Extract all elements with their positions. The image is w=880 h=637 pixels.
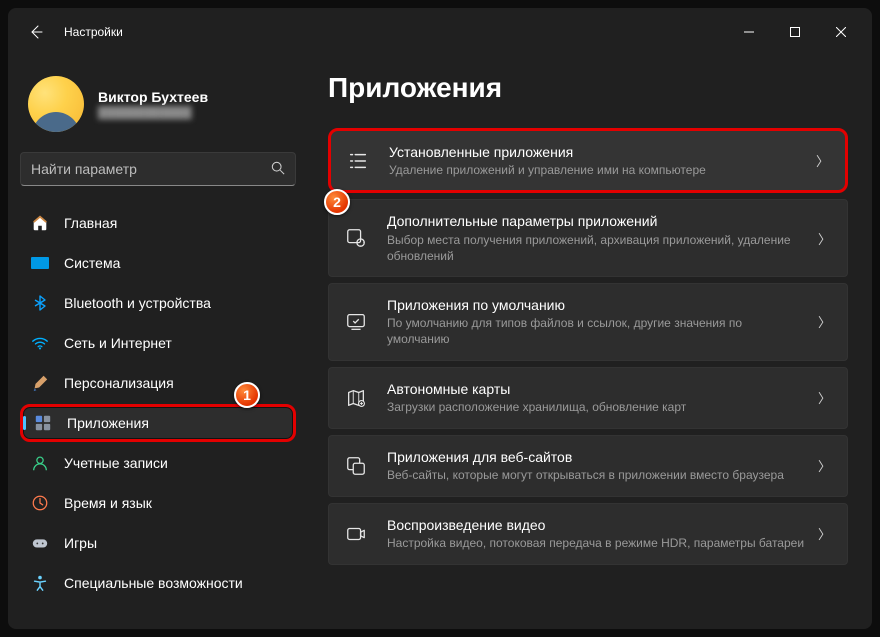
card-title: Автономные карты xyxy=(387,380,806,398)
card-subtitle: Загрузки расположение хранилища, обновле… xyxy=(387,399,806,415)
card-text: Приложения по умолчанию По умолчанию для… xyxy=(387,296,806,348)
card-text: Приложения для веб-сайтов Веб-сайты, кот… xyxy=(387,448,806,483)
nav-label: Специальные возможности xyxy=(64,575,243,591)
main-panel: Приложения Установленные приложения Удал… xyxy=(308,56,872,629)
settings-window: Настройки Виктор Бухтеев ████████████ xyxy=(8,8,872,629)
card-installed-apps[interactable]: Установленные приложения Удаление прилож… xyxy=(328,128,848,193)
map-icon xyxy=(343,385,369,411)
maximize-button[interactable] xyxy=(772,16,818,48)
annotation-badge-1: 1 xyxy=(234,382,260,408)
user-block[interactable]: Виктор Бухтеев ████████████ xyxy=(20,64,296,152)
card-advanced-app-settings[interactable]: Дополнительные параметры приложений Выбо… xyxy=(328,199,848,277)
close-button[interactable] xyxy=(818,16,864,48)
back-button[interactable] xyxy=(16,12,56,52)
chevron-right-icon: 〉 xyxy=(818,388,831,407)
nav-label: Учетные записи xyxy=(64,455,168,471)
nav-item-system[interactable]: Система xyxy=(20,244,296,282)
nav-item-gaming[interactable]: Игры xyxy=(20,524,296,562)
nav-item-apps[interactable]: Приложения xyxy=(20,404,296,442)
nav-label: Bluetooth и устройства xyxy=(64,295,211,311)
apps-icon xyxy=(33,413,53,433)
bluetooth-icon xyxy=(30,293,50,313)
card-default-apps[interactable]: Приложения по умолчанию По умолчанию для… xyxy=(328,283,848,361)
chevron-right-icon: 〉 xyxy=(818,456,831,475)
card-title: Дополнительные параметры приложений xyxy=(387,212,806,230)
titlebar: Настройки xyxy=(8,8,872,56)
home-icon xyxy=(30,213,50,233)
card-apps-for-websites[interactable]: Приложения для веб-сайтов Веб-сайты, кот… xyxy=(328,435,848,497)
chevron-right-icon: 〉 xyxy=(816,151,829,170)
user-email: ████████████ xyxy=(98,107,208,119)
window-title: Настройки xyxy=(64,25,123,39)
nav-item-accessibility[interactable]: Специальные возможности xyxy=(20,564,296,602)
card-title: Установленные приложения xyxy=(389,143,804,161)
default-apps-icon xyxy=(343,309,369,335)
chevron-right-icon: 〉 xyxy=(818,229,831,248)
maximize-icon xyxy=(790,27,800,37)
nav-item-home[interactable]: Главная xyxy=(20,204,296,242)
card-offline-maps[interactable]: Автономные карты Загрузки расположение х… xyxy=(328,367,848,429)
card-text: Установленные приложения Удаление прилож… xyxy=(389,143,804,178)
nav-label: Игры xyxy=(64,535,97,551)
avatar xyxy=(28,76,84,132)
card-subtitle: Настройка видео, потоковая передача в ре… xyxy=(387,535,806,551)
wifi-icon xyxy=(30,333,50,353)
gaming-icon xyxy=(30,533,50,553)
nav-label: Приложения xyxy=(67,415,149,431)
search-input[interactable] xyxy=(31,161,271,177)
accounts-icon xyxy=(30,453,50,473)
video-icon xyxy=(343,521,369,547)
card-title: Приложения по умолчанию xyxy=(387,296,806,314)
minimize-icon xyxy=(744,27,754,37)
search-box[interactable] xyxy=(20,152,296,186)
close-icon xyxy=(836,27,846,37)
user-text: Виктор Бухтеев ████████████ xyxy=(84,89,208,119)
settings-cards: Установленные приложения Удаление прилож… xyxy=(328,128,848,565)
content-area: Виктор Бухтеев ████████████ Главная Сист… xyxy=(8,56,872,629)
accessibility-icon xyxy=(30,573,50,593)
annotation-badge-2: 2 xyxy=(324,189,350,215)
card-subtitle: Веб-сайты, которые могут открываться в п… xyxy=(387,467,806,483)
nav-label: Главная xyxy=(64,215,117,231)
card-subtitle: По умолчанию для типов файлов и ссылок, … xyxy=(387,315,806,347)
nav-item-accounts[interactable]: Учетные записи xyxy=(20,444,296,482)
card-subtitle: Выбор места получения приложений, архива… xyxy=(387,232,806,264)
minimize-button[interactable] xyxy=(726,16,772,48)
nav-item-network[interactable]: Сеть и Интернет xyxy=(20,324,296,362)
arrow-left-icon xyxy=(28,24,44,40)
website-app-icon xyxy=(343,453,369,479)
app-gear-icon xyxy=(343,225,369,251)
list-icon xyxy=(345,148,371,174)
brush-icon xyxy=(30,373,50,393)
user-name: Виктор Бухтеев xyxy=(98,89,208,105)
chevron-right-icon: 〉 xyxy=(818,312,831,331)
window-controls xyxy=(726,16,864,48)
card-text: Воспроизведение видео Настройка видео, п… xyxy=(387,516,806,551)
nav-label: Персонализация xyxy=(64,375,174,391)
card-title: Воспроизведение видео xyxy=(387,516,806,534)
system-icon xyxy=(30,253,50,273)
card-text: Автономные карты Загрузки расположение х… xyxy=(387,380,806,415)
nav-label: Сеть и Интернет xyxy=(64,335,172,351)
search-icon xyxy=(271,161,285,178)
nav-item-time-language[interactable]: Время и язык xyxy=(20,484,296,522)
nav-label: Система xyxy=(64,255,120,271)
sidebar: Виктор Бухтеев ████████████ Главная Сист… xyxy=(8,56,308,629)
nav-label: Время и язык xyxy=(64,495,152,511)
page-title: Приложения xyxy=(328,72,848,104)
card-text: Дополнительные параметры приложений Выбо… xyxy=(387,212,806,264)
clock-icon xyxy=(30,493,50,513)
nav-item-bluetooth[interactable]: Bluetooth и устройства xyxy=(20,284,296,322)
card-title: Приложения для веб-сайтов xyxy=(387,448,806,466)
card-video-playback[interactable]: Воспроизведение видео Настройка видео, п… xyxy=(328,503,848,565)
card-subtitle: Удаление приложений и управление ими на … xyxy=(389,162,804,178)
chevron-right-icon: 〉 xyxy=(818,524,831,543)
